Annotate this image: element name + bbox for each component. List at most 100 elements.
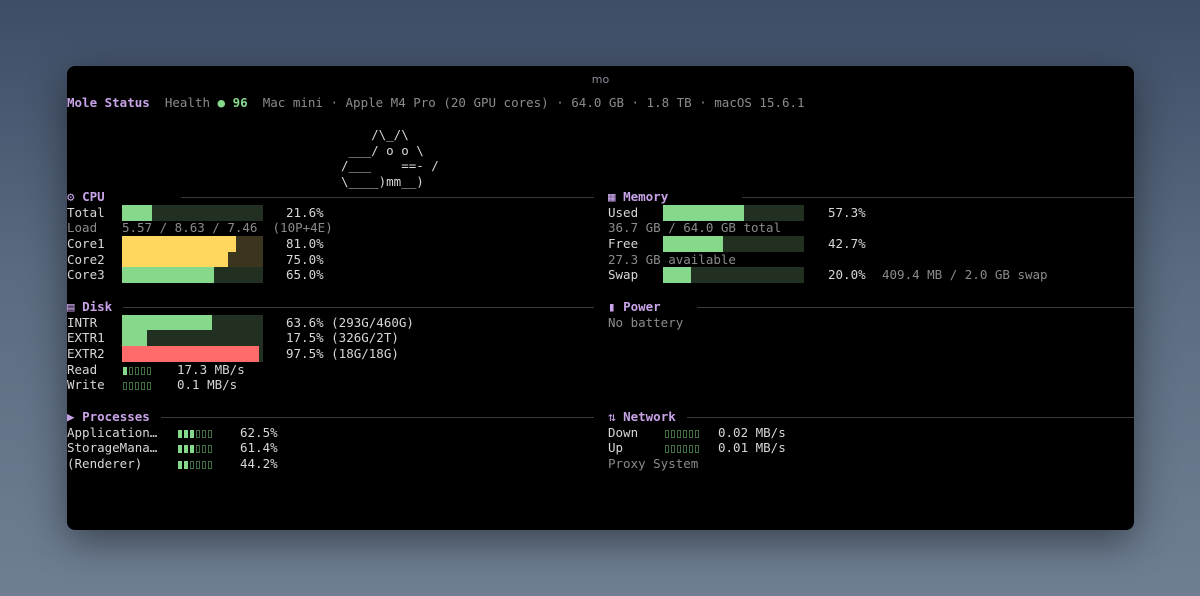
meter-segment (184, 460, 188, 469)
cpu-load-label: Load (67, 220, 98, 235)
disk-extr1-bar (122, 330, 263, 346)
meter-segment (129, 381, 133, 390)
process-meter (178, 456, 214, 472)
cpu-core2-bar (122, 252, 263, 268)
health-label: Health (164, 95, 211, 110)
process-value: 61.4% (240, 440, 278, 455)
memory-used-bar-fill (663, 205, 744, 221)
meter-segment (208, 460, 212, 469)
processes-section-title: ▶ Processes (67, 409, 150, 425)
meter-segment (196, 444, 200, 453)
cpu-title: CPU (82, 189, 105, 204)
meter-segment (135, 381, 139, 390)
memory-free-bar (663, 236, 804, 252)
disk-read-value: 17.3 MB/s (177, 362, 245, 377)
meter-segment (683, 429, 687, 438)
meter-segment (135, 366, 139, 375)
memory-section-title: ▦ Memory (608, 189, 668, 205)
memory-free-label: Free (608, 236, 639, 251)
memory-free-bar-fill (663, 236, 724, 252)
meter-segment (184, 429, 188, 438)
meter-segment (671, 429, 675, 438)
memory-used-detail: 36.7 GB / 64.0 GB total (608, 220, 782, 235)
gear-icon: ⚙ (67, 189, 75, 204)
meter-segment (202, 429, 206, 438)
cpu-core3-bar (122, 267, 263, 283)
meter-segment (123, 366, 127, 375)
meter-segment (184, 444, 188, 453)
disk-extr2-label: EXTR2 (67, 346, 105, 361)
network-proxy: Proxy System (608, 456, 699, 471)
meter-segment (129, 366, 133, 375)
memory-icon: ▦ (608, 189, 616, 204)
meter-segment (677, 444, 681, 453)
memory-free-detail: 27.3 GB available (608, 252, 736, 267)
process-name: Application… (67, 425, 158, 440)
meter-segment (202, 444, 206, 453)
battery-icon: ▮ (608, 299, 616, 314)
cpu-core1-bar (122, 236, 263, 252)
memory-swap-label: Swap (608, 267, 639, 282)
cpu-total-bar-fill (122, 205, 153, 221)
disk-extr1-value: 17.5% (326G/2T) (286, 330, 399, 345)
process-name: StorageMana… (67, 440, 158, 455)
network-down-meter (665, 425, 701, 441)
meter-segment (683, 444, 687, 453)
processes-title: Processes (82, 409, 150, 424)
terminal-window: mo Mole Status Health ● 96 Mac mini · Ap… (67, 66, 1134, 530)
power-status: No battery (608, 315, 684, 330)
disk-extr1-bar-fill (122, 330, 147, 346)
network-up-meter (665, 440, 701, 456)
disk-divider (123, 307, 594, 308)
disk-extr1-label: EXTR1 (67, 330, 105, 345)
memory-swap-value: 20.0% (828, 267, 866, 282)
meter-segment (190, 460, 194, 469)
cpu-section-title: ⚙ CPU (67, 189, 105, 205)
meter-segment (141, 381, 145, 390)
meter-segment (695, 429, 699, 438)
app-title: Mole Status (67, 95, 150, 110)
meter-segment (190, 429, 194, 438)
cpu-core3-value: 65.0% (286, 267, 324, 282)
meter-segment (677, 429, 681, 438)
network-down-value: 0.02 MB/s (718, 425, 786, 440)
power-section-title: ▮ Power (608, 299, 661, 315)
network-section-title: ⇅ Network (608, 409, 676, 425)
disk-title: Disk (82, 299, 113, 314)
meter-segment (190, 444, 194, 453)
disk-section-title: ▤ Disk (67, 299, 112, 315)
meter-segment (178, 460, 182, 469)
memory-used-label: Used (608, 205, 639, 220)
meter-segment (196, 460, 200, 469)
processes-divider (161, 417, 594, 418)
network-down-label: Down (608, 425, 639, 440)
cpu-total-bar (122, 205, 263, 221)
process-meter (178, 425, 214, 441)
memory-divider (742, 197, 1134, 198)
meter-segment (665, 444, 669, 453)
memory-free-value: 42.7% (828, 236, 866, 251)
network-up-value: 0.01 MB/s (718, 440, 786, 455)
disk-intr-bar (122, 315, 263, 331)
meter-segment (689, 444, 693, 453)
cpu-core3-label: Core3 (67, 267, 105, 282)
disk-extr2-bar (122, 346, 263, 362)
memory-title: Memory (623, 189, 669, 204)
meter-segment (208, 444, 212, 453)
memory-swap-bar (663, 267, 804, 283)
cpu-total-label: Total (67, 205, 105, 220)
memory-swap-bar-fill (663, 267, 692, 283)
cpu-core2-label: Core2 (67, 252, 105, 267)
cpu-core2-bar-fill (122, 252, 228, 268)
process-meter (178, 440, 214, 456)
mascot-line-3: /___ ==- / (341, 158, 439, 173)
disk-write-meter (123, 377, 153, 393)
play-icon: ▶ (67, 409, 75, 424)
health-value: 96 (232, 95, 248, 110)
status-header: Mole Status Health ● 96 Mac mini · Apple… (67, 95, 805, 111)
memory-used-bar (663, 205, 804, 221)
health-dot-icon: ● (217, 95, 226, 110)
cpu-core1-bar-fill (122, 236, 237, 252)
memory-used-value: 57.3% (828, 205, 866, 220)
meter-segment (141, 366, 145, 375)
